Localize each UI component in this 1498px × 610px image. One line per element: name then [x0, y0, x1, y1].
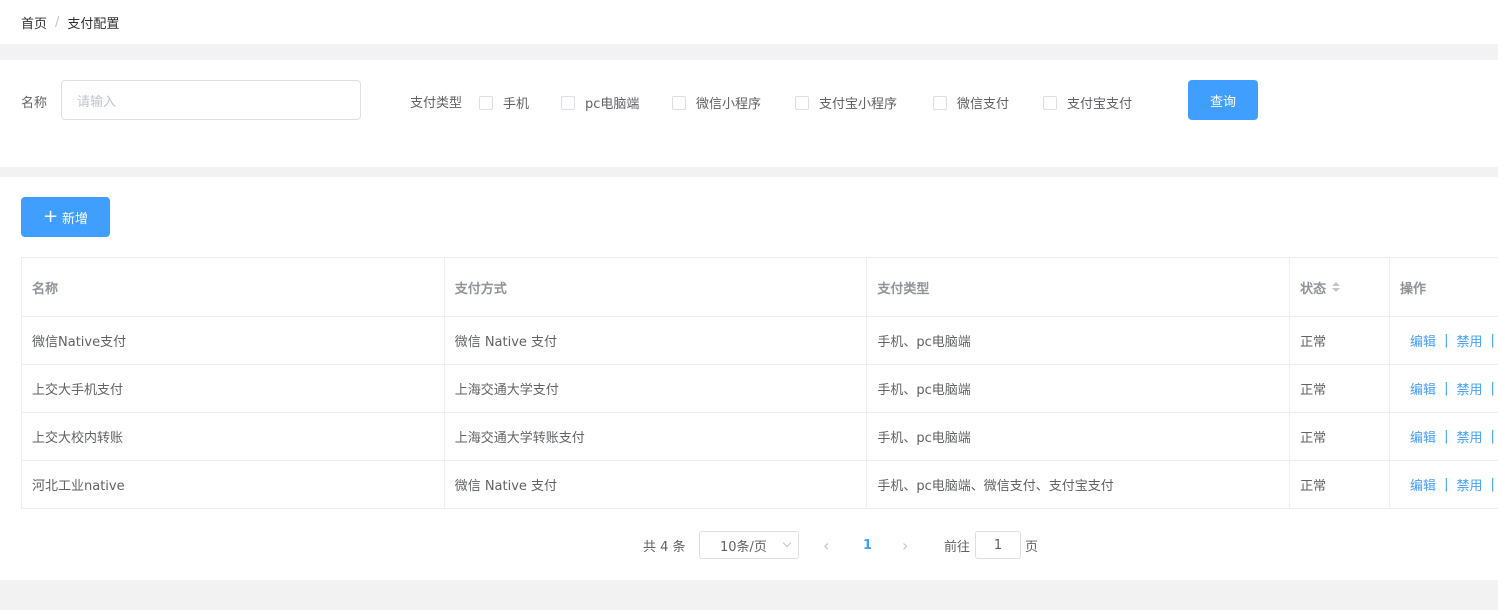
table-row: 上交大校内转账 上海交通大学转账支付 手机、pc电脑端 正常 编辑 | 禁用 | — [22, 413, 1498, 461]
cell-name: 上交大手机支付 — [22, 365, 445, 413]
action-separator: | — [1490, 429, 1495, 444]
name-label: 名称 — [21, 96, 48, 111]
plus-icon: + — [42, 206, 59, 227]
cell-name: 河北工业native — [22, 461, 445, 509]
add-button-label: 新增 — [62, 211, 89, 227]
add-button[interactable]: + 新增 — [21, 197, 110, 237]
disable-link[interactable]: 禁用 — [1456, 379, 1482, 398]
cell-types: 手机、pc电脑端、微信支付、支付宝支付 — [867, 461, 1291, 509]
cell-types: 手机、pc电脑端 — [867, 317, 1291, 365]
checkbox-label: 微信小程序 — [696, 97, 762, 112]
edit-link[interactable]: 编辑 — [1410, 379, 1436, 398]
divider — [0, 44, 1498, 56]
table-row: 微信Native支付 微信 Native 支付 手机、pc电脑端 正常 编辑 | 禁… — [22, 317, 1498, 365]
cell-method: 微信 Native 支付 — [444, 317, 868, 365]
breadcrumb-separator: / — [55, 14, 60, 30]
header-name: 名称 — [22, 258, 445, 317]
edit-link[interactable]: 编辑 — [1410, 427, 1436, 446]
checkbox-label: 手机 — [503, 97, 530, 112]
checkbox-box[interactable] — [479, 95, 493, 110]
action-separator: | — [1490, 333, 1495, 348]
cell-actions: 编辑 | 禁用 | — [1390, 365, 1498, 413]
page-size-value: 10条/页 — [720, 539, 767, 555]
header-types: 支付类型 — [867, 258, 1291, 317]
action-separator: | — [1444, 333, 1449, 348]
checkbox-box[interactable] — [933, 95, 947, 110]
cell-actions: 编辑 | 禁用 | — [1390, 413, 1498, 461]
table-row: 上交大手机支付 上海交通大学支付 手机、pc电脑端 正常 编辑 | 禁用 | — [22, 365, 1498, 413]
table-header-row: 名称 支付方式 支付类型 状态 操作 — [22, 258, 1498, 317]
checkbox-wechat-mini[interactable]: 微信小程序 — [672, 93, 761, 112]
checkbox-label: 微信支付 — [957, 97, 1010, 112]
checkbox-box[interactable] — [795, 95, 809, 110]
pagination: 共 4 条 10条/页 ‹ 1 › 前往 1 页 — [0, 531, 1498, 559]
cell-status: 正常 — [1290, 413, 1391, 461]
breadcrumb-current: 支付配置 — [67, 16, 120, 32]
checkbox-label: pc电脑端 — [585, 97, 640, 112]
cell-status: 正常 — [1290, 461, 1391, 509]
pay-type-label: 支付类型 — [410, 96, 463, 111]
edit-link[interactable]: 编辑 — [1410, 331, 1436, 350]
header-status-label: 状态 — [1300, 281, 1327, 297]
action-separator: | — [1444, 381, 1449, 396]
edit-link[interactable]: 编辑 — [1410, 475, 1436, 494]
disable-link[interactable]: 禁用 — [1456, 475, 1482, 494]
breadcrumb: 首页 / 支付配置 — [0, 0, 1498, 44]
payment-config-table: 名称 支付方式 支付类型 状态 操作 微信Native支付 微信 Native … — [21, 257, 1498, 509]
breadcrumb-home[interactable]: 首页 — [21, 13, 47, 32]
disable-link[interactable]: 禁用 — [1456, 427, 1482, 446]
checkbox-label: 支付宝支付 — [1067, 97, 1133, 112]
disable-link[interactable]: 禁用 — [1456, 331, 1482, 350]
checkbox-box[interactable] — [1043, 95, 1057, 110]
name-input-placeholder: 请输入 — [77, 94, 117, 110]
checkbox-alipay[interactable]: 支付宝支付 — [1043, 93, 1132, 112]
cell-types: 手机、pc电脑端 — [867, 413, 1291, 461]
page-size-select[interactable]: 10条/页 — [699, 531, 799, 559]
action-separator: | — [1490, 477, 1495, 492]
checkbox-box[interactable] — [672, 95, 686, 110]
cell-method: 上海交通大学转账支付 — [444, 413, 868, 461]
chevron-right-icon[interactable]: › — [902, 531, 908, 559]
checkbox-wechat-pay[interactable]: 微信支付 — [933, 93, 1009, 112]
checkbox-mobile[interactable]: 手机 — [479, 93, 529, 112]
pagination-total: 共 4 条 — [643, 539, 686, 555]
page-number-current[interactable]: 1 — [863, 531, 872, 559]
cell-name: 微信Native支付 — [22, 317, 445, 365]
table-row: 河北工业native 微信 Native 支付 手机、pc电脑端、微信支付、支付… — [22, 461, 1498, 509]
main-panel: + 新增 名称 支付方式 支付类型 状态 操作 微信Native支付 微信 Na… — [0, 177, 1498, 580]
cell-status: 正常 — [1290, 317, 1391, 365]
action-separator: | — [1444, 477, 1449, 492]
name-search-input[interactable]: 请输入 — [61, 80, 361, 120]
checkbox-label: 支付宝小程序 — [819, 97, 898, 112]
sort-icon[interactable] — [1332, 282, 1341, 292]
header-status[interactable]: 状态 — [1290, 258, 1391, 317]
cell-status: 正常 — [1290, 365, 1391, 413]
header-method: 支付方式 — [444, 258, 868, 317]
checkbox-box[interactable] — [561, 95, 575, 110]
cell-method: 上海交通大学支付 — [444, 365, 868, 413]
goto-label: 前往 — [944, 539, 971, 555]
goto-page-input[interactable]: 1 — [975, 531, 1021, 559]
header-actions: 操作 — [1390, 258, 1498, 317]
cell-method: 微信 Native 支付 — [444, 461, 868, 509]
cell-actions: 编辑 | 禁用 | — [1390, 461, 1498, 509]
cell-types: 手机、pc电脑端 — [867, 365, 1291, 413]
footer-background — [0, 580, 1498, 610]
chevron-down-icon — [782, 538, 792, 548]
action-separator: | — [1490, 381, 1495, 396]
cell-actions: 编辑 | 禁用 | — [1390, 317, 1498, 365]
checkbox-pc[interactable]: pc电脑端 — [561, 93, 639, 112]
goto-page-value: 1 — [993, 537, 1003, 553]
search-panel: 名称 请输入 支付类型 手机 pc电脑端 微信小程序 支付宝小程序 微信支付 支… — [0, 60, 1498, 167]
chevron-left-icon[interactable]: ‹ — [823, 531, 829, 559]
divider — [0, 167, 1498, 177]
query-button[interactable]: 查询 — [1188, 80, 1258, 120]
checkbox-alipay-mini[interactable]: 支付宝小程序 — [795, 93, 897, 112]
action-separator: | — [1444, 429, 1449, 444]
page-suffix: 页 — [1025, 539, 1039, 555]
cell-name: 上交大校内转账 — [22, 413, 445, 461]
